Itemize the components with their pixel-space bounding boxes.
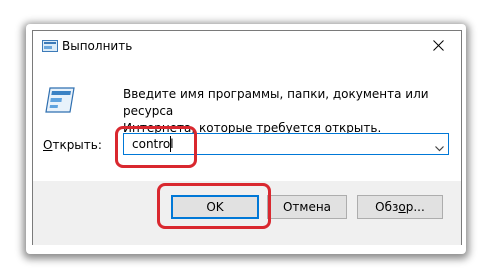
run-dialog: Выполнить Введите имя программы, папки, … xyxy=(32,30,462,245)
browse-label-post: р... xyxy=(405,200,425,214)
run-icon xyxy=(44,86,76,114)
ok-highlight-annotation xyxy=(157,183,271,229)
description-line-1: Введите имя программы, папки, документа … xyxy=(123,87,429,118)
open-label-rest: ткрыть: xyxy=(52,138,102,152)
close-button[interactable] xyxy=(416,31,461,61)
browse-label-pre: Обз xyxy=(375,200,399,214)
browse-label-accel: о xyxy=(398,200,406,214)
chevron-down-icon[interactable] xyxy=(435,141,444,155)
input-highlight-annotation xyxy=(115,126,197,168)
cancel-button[interactable]: Отмена xyxy=(267,195,347,219)
close-icon xyxy=(433,40,444,51)
title-bar[interactable]: Выполнить xyxy=(33,31,461,61)
run-app-icon xyxy=(42,40,58,52)
browse-button[interactable]: Обзор... xyxy=(357,195,443,219)
open-label: Открыть: xyxy=(43,138,102,152)
window-title: Выполнить xyxy=(62,39,133,53)
